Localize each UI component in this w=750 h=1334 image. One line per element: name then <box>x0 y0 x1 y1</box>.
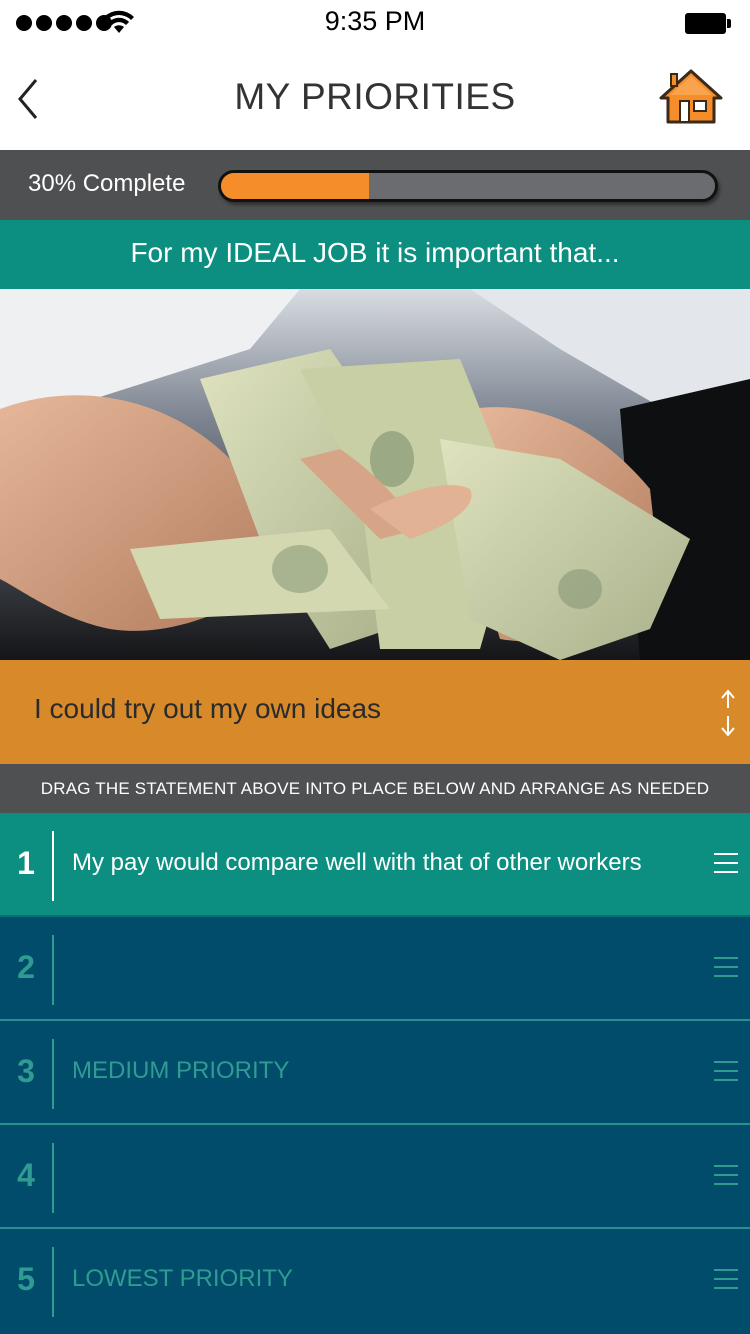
slot-divider <box>52 1247 54 1317</box>
priority-slot-1[interactable]: 1 My pay would compare well with that of… <box>0 813 750 917</box>
home-icon <box>659 69 723 124</box>
battery-icon <box>685 13 731 34</box>
slot-text: LOWEST PRIORITY <box>72 1265 293 1292</box>
drag-handle-icon[interactable] <box>714 1061 740 1083</box>
priority-slot-2[interactable]: 2 <box>0 917 750 1021</box>
reorder-arrows-icon <box>721 689 735 737</box>
slot-text: MEDIUM PRIORITY <box>72 1057 290 1084</box>
progress-bar <box>218 170 718 202</box>
instruction-text: DRAG THE STATEMENT ABOVE INTO PLACE BELO… <box>0 764 750 813</box>
slot-number: 2 <box>17 949 35 985</box>
prompt-banner: For my IDEAL JOB it is important that... <box>0 220 750 289</box>
drag-handle-icon[interactable] <box>714 853 740 875</box>
slot-divider <box>52 831 54 901</box>
status-bar: 9:35 PM <box>0 0 750 46</box>
nav-bar: MY PRIORITIES <box>0 46 750 150</box>
slot-divider <box>52 1039 54 1109</box>
page-title: MY PRIORITIES <box>234 76 516 117</box>
progress-section: 30% Complete <box>0 150 750 220</box>
slot-number: 1 <box>17 845 35 881</box>
slot-number: 3 <box>17 1053 35 1089</box>
drag-handle-icon[interactable] <box>714 1165 740 1187</box>
progress-fill <box>221 173 370 199</box>
slot-divider <box>52 935 54 1005</box>
drag-handle-icon[interactable] <box>714 1269 740 1291</box>
slot-number: 4 <box>17 1157 35 1193</box>
priority-slot-3[interactable]: 3 MEDIUM PRIORITY <box>0 1021 750 1125</box>
progress-label: 30% Complete <box>28 170 186 197</box>
statement-text: I could try out my own ideas <box>34 693 382 724</box>
drag-handle-icon[interactable] <box>714 957 740 979</box>
slot-text: My pay would compare well with that of o… <box>72 849 642 876</box>
status-time: 9:35 PM <box>324 6 426 36</box>
home-button[interactable] <box>658 68 724 126</box>
draggable-statement[interactable]: I could try out my own ideas <box>0 660 750 764</box>
money-hands-image <box>0 289 750 660</box>
slot-divider <box>52 1143 54 1213</box>
priority-slot-5[interactable]: 5 LOWEST PRIORITY <box>0 1229 750 1334</box>
slot-number: 5 <box>17 1261 35 1297</box>
priority-slot-4[interactable]: 4 <box>0 1125 750 1229</box>
